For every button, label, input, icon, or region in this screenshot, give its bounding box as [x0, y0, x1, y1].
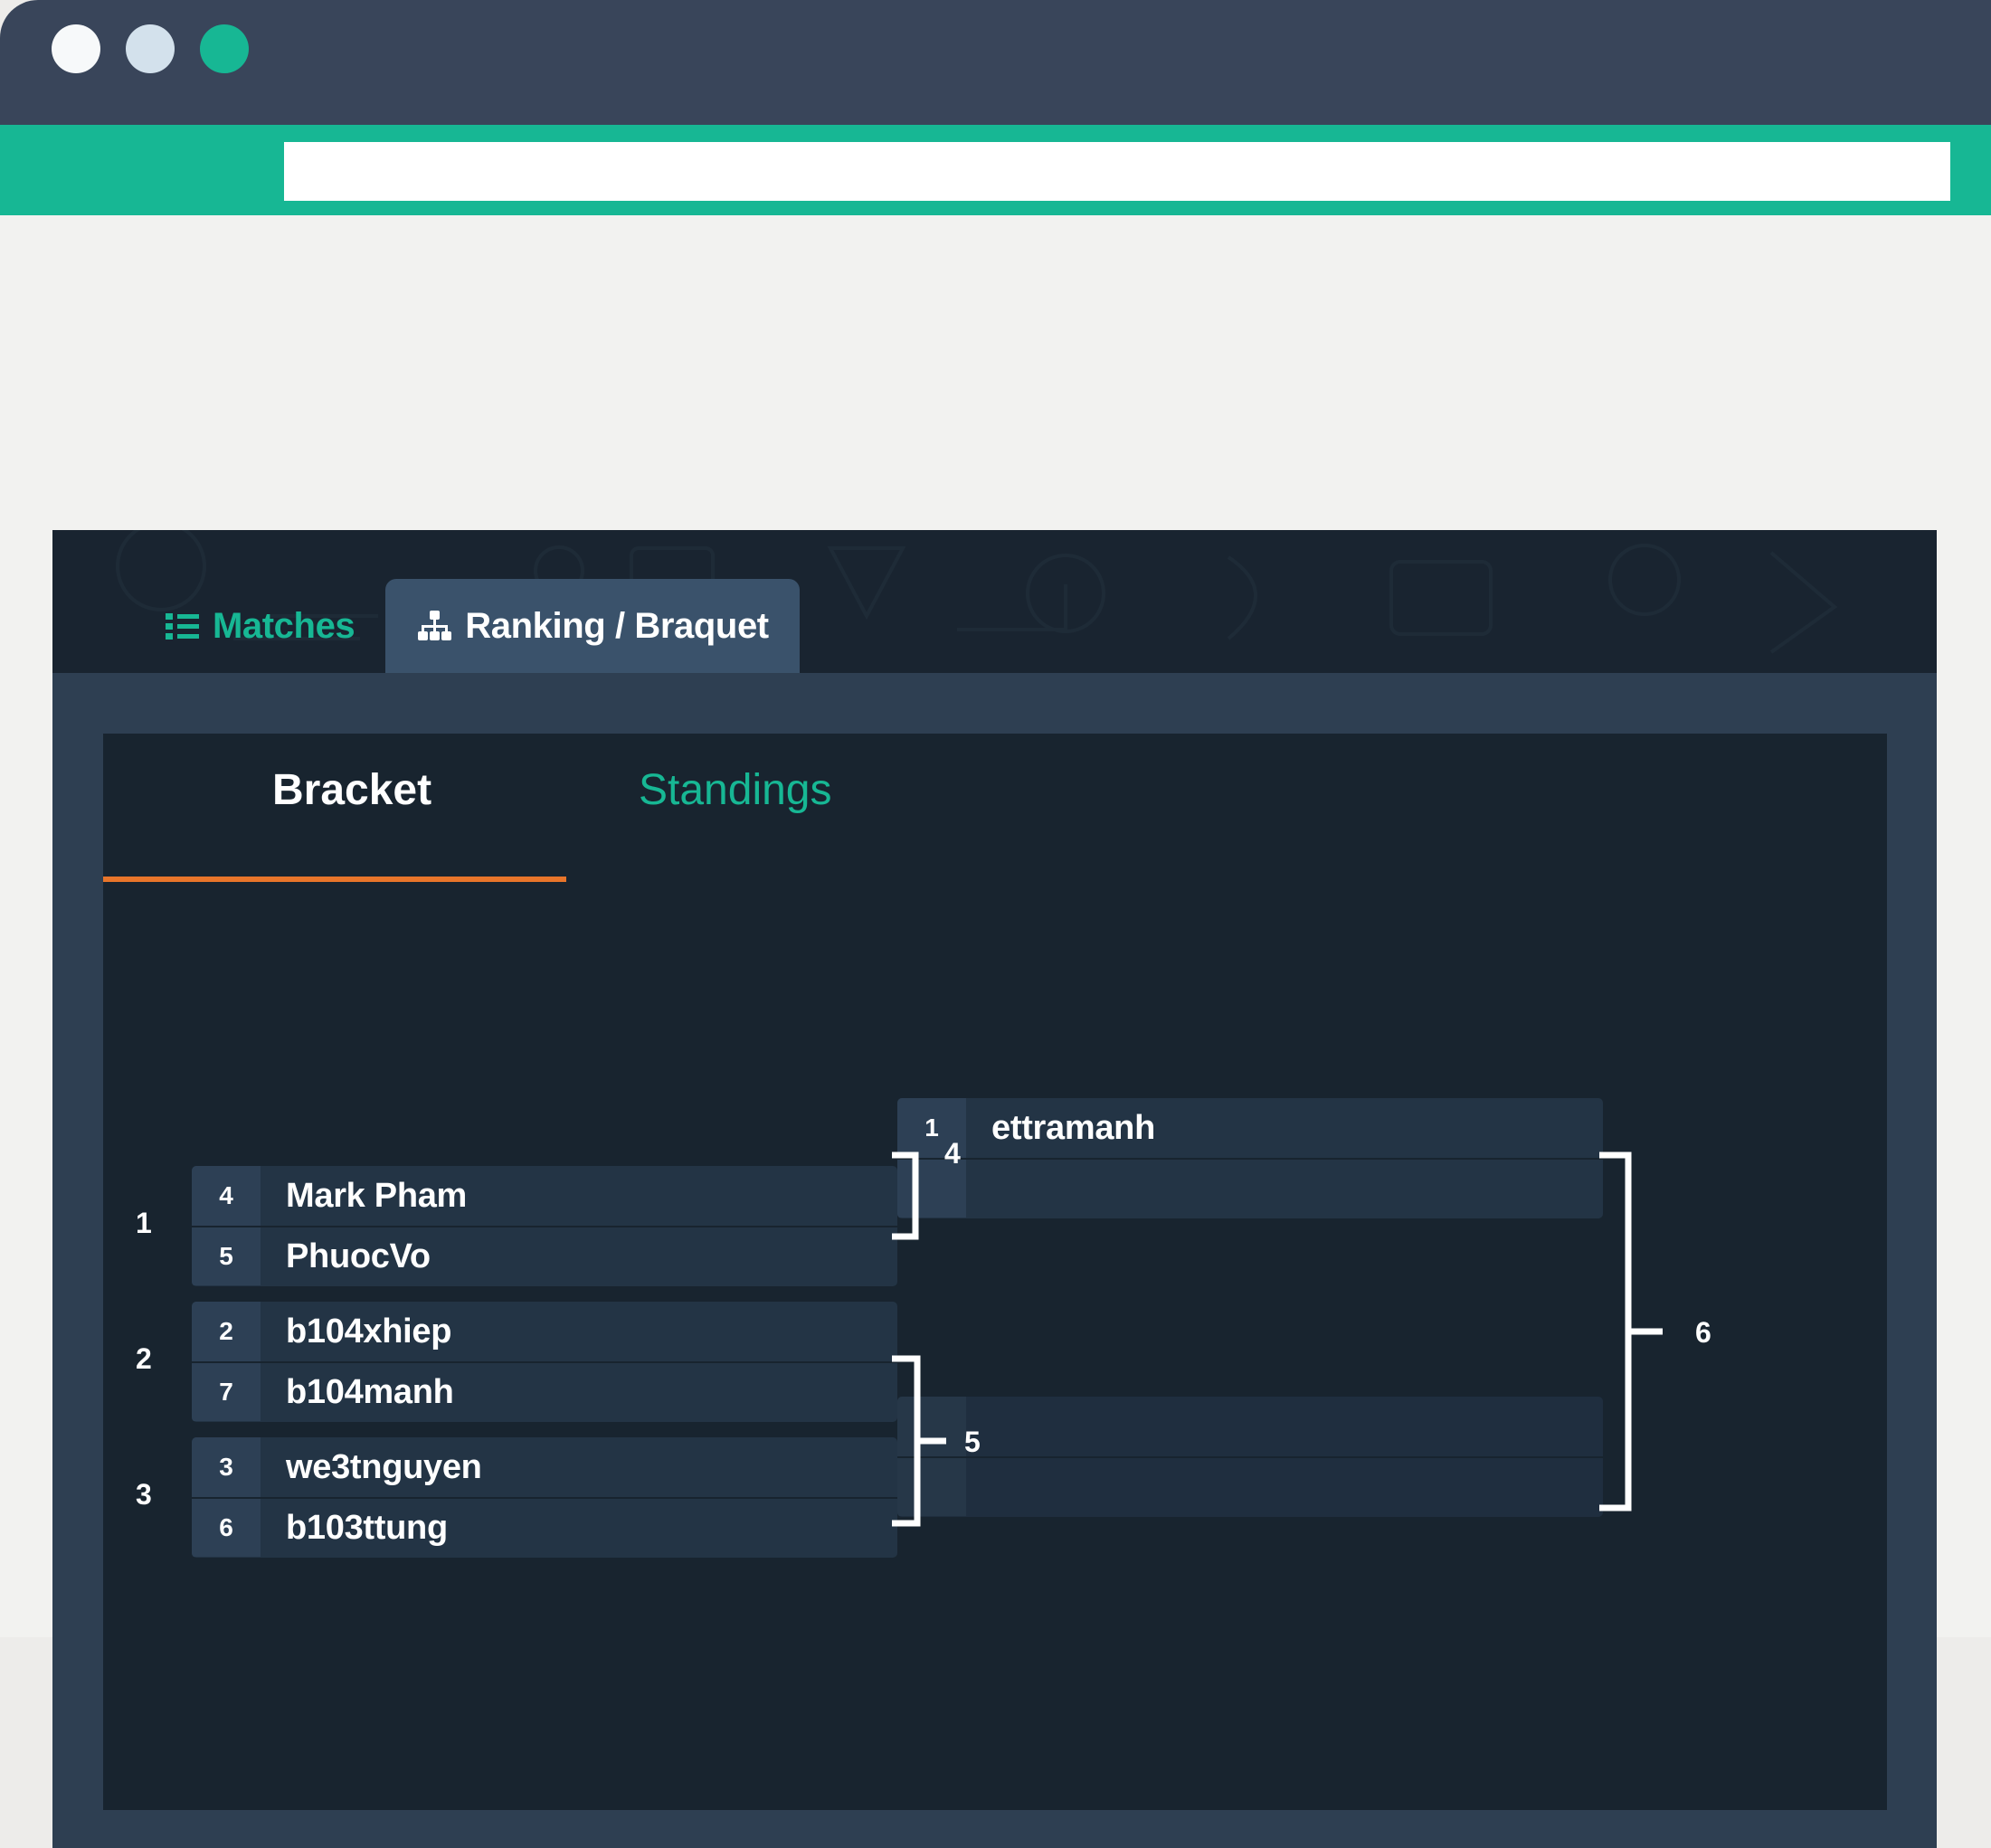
close-dot-icon[interactable]	[52, 24, 100, 73]
slot-seed	[897, 1458, 966, 1516]
tab-list: Matches Ranking / Braquet	[133, 530, 800, 673]
match-slot[interactable]: 6 b103ttung	[192, 1497, 897, 1557]
slot-name: b104manh	[286, 1372, 454, 1411]
match-slot[interactable]: 7 b104manh	[192, 1361, 897, 1421]
window-titlebar	[0, 0, 1991, 125]
match-slot[interactable]: 4 Mark Pham	[192, 1166, 897, 1226]
bracket-card: Bracket Standings 1 4 Mark Pham 5 PhuocV…	[103, 734, 1887, 1810]
match-row-1[interactable]: 4 Mark Pham 5 PhuocVo	[192, 1166, 897, 1286]
slot-name: b103ttung	[286, 1508, 448, 1547]
tab-ranking-braquet-label: Ranking / Braquet	[465, 605, 769, 646]
slot-name	[966, 1458, 1603, 1516]
connector-6-line	[1599, 1151, 1663, 1512]
subtab-standings[interactable]: Standings	[639, 765, 832, 815]
slot-seed: 3	[192, 1437, 261, 1497]
url-input[interactable]	[284, 142, 1950, 201]
match-row-3[interactable]: 3 we3tnguyen 6 b103ttung	[192, 1437, 897, 1558]
match-slot[interactable]: 3 we3tnguyen	[192, 1437, 897, 1497]
match-slot[interactable]	[897, 1158, 1603, 1218]
subtab-list: Bracket Standings	[103, 765, 1887, 883]
match-slot[interactable]	[897, 1397, 1603, 1456]
match-index-1: 1	[136, 1207, 152, 1239]
browser-viewport: Matches Ranking / Braquet Bracket Standi…	[0, 215, 1991, 1848]
slot-seed: 5	[192, 1227, 261, 1285]
browser-toolbar	[0, 125, 1991, 215]
match-row-4[interactable]: 1 ettramanh	[897, 1098, 1603, 1218]
connector-5-label: 5	[964, 1426, 981, 1458]
minimize-dot-icon[interactable]	[126, 24, 175, 73]
browser-window: Matches Ranking / Braquet Bracket Standi…	[0, 0, 1991, 1848]
slot-name: b104xhiep	[286, 1312, 452, 1350]
maximize-dot-icon[interactable]	[200, 24, 249, 73]
app-panel: Matches Ranking / Braquet Bracket Standi…	[52, 530, 1937, 1848]
connector-6-label: 6	[1695, 1316, 1711, 1349]
sitemap-icon	[416, 608, 452, 644]
slot-name	[966, 1160, 1603, 1218]
slot-name	[966, 1397, 1603, 1456]
list-icon	[164, 608, 200, 644]
slot-seed: 7	[192, 1363, 261, 1421]
window-controls	[52, 24, 249, 73]
subtab-bracket[interactable]: Bracket	[272, 765, 431, 815]
slot-seed: 4	[192, 1166, 261, 1226]
match-slot[interactable]	[897, 1456, 1603, 1516]
tab-ranking-braquet[interactable]: Ranking / Braquet	[385, 579, 800, 673]
slot-seed: 2	[192, 1302, 261, 1361]
match-row-2[interactable]: 2 b104xhiep 7 b104manh	[192, 1302, 897, 1422]
subtab-active-underline	[103, 877, 566, 882]
tabstrip: Matches Ranking / Braquet	[52, 530, 1937, 673]
slot-name: we3tnguyen	[286, 1447, 482, 1486]
slot-name: Mark Pham	[286, 1176, 468, 1215]
slot-name: ettramanh	[991, 1108, 1156, 1147]
tab-matches-label: Matches	[213, 605, 356, 646]
match-slot[interactable]: 5 PhuocVo	[192, 1226, 897, 1285]
match-row-5[interactable]	[897, 1397, 1603, 1517]
match-slot[interactable]: 1 ettramanh	[897, 1098, 1603, 1158]
slot-seed	[897, 1397, 966, 1456]
match-index-2: 2	[136, 1342, 152, 1375]
tab-matches[interactable]: Matches	[133, 579, 385, 673]
slot-name: PhuocVo	[286, 1237, 431, 1275]
connector-4-label: 4	[944, 1137, 961, 1170]
tournament-bracket: 1 4 Mark Pham 5 PhuocVo 2 2 b104xhiep 7 …	[103, 895, 1887, 1799]
match-index-3: 3	[136, 1478, 152, 1511]
slot-seed: 6	[192, 1499, 261, 1557]
match-slot[interactable]: 2 b104xhiep	[192, 1302, 897, 1361]
